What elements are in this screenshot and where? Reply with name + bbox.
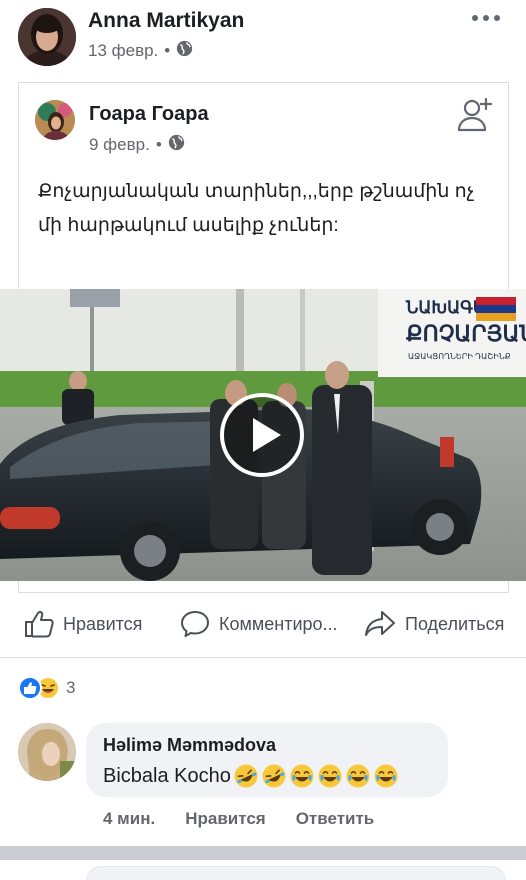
comment-emojis bbox=[233, 763, 399, 789]
comment-label: Комментиро... bbox=[219, 613, 338, 634]
post-actions-bar: Нравится Комментиро... Поделиться bbox=[0, 600, 526, 652]
shared-post-text: Քոչարյանական տարիներ,,,երբ թշնամին ոչ մի… bbox=[38, 181, 475, 236]
joy-emoji bbox=[318, 764, 342, 788]
globe-icon bbox=[168, 134, 185, 156]
like-reaction-icon bbox=[18, 676, 42, 700]
joy-emoji bbox=[290, 764, 314, 788]
comment-button[interactable]: Комментиро... bbox=[180, 610, 338, 638]
video-player[interactable]: ՆԱԽԱԳԱՀ ՔՈՉԱՐՅԱՆԻ ԱՋԱԿՑՈՂՆԵՐԻ ԴԱՇԻՆՔ bbox=[0, 289, 526, 581]
shared-card-bottom bbox=[18, 581, 509, 593]
shared-post-card[interactable]: Гоара Гоара 9 февр. • Քոչարյանական տարին… bbox=[18, 82, 509, 289]
share-label: Поделиться bbox=[405, 613, 505, 634]
add-friend-icon[interactable] bbox=[456, 97, 494, 133]
shared-author-avatar[interactable] bbox=[35, 100, 75, 140]
divider bbox=[0, 657, 526, 658]
share-icon bbox=[365, 611, 395, 636]
author-name[interactable]: Anna Martikyan bbox=[88, 9, 244, 33]
feed-separator bbox=[0, 846, 526, 860]
reaction-count: 3 bbox=[66, 678, 76, 697]
comment-time[interactable]: 4 мин. bbox=[103, 809, 155, 829]
globe-icon bbox=[176, 40, 193, 62]
post-meta: 13 февр. • bbox=[88, 40, 193, 62]
comment-reply-button[interactable]: Ответить bbox=[296, 809, 375, 829]
shared-post-meta: 9 февр. • bbox=[89, 134, 185, 156]
thumbs-up-icon bbox=[25, 611, 54, 638]
joy-emoji bbox=[374, 764, 398, 788]
play-icon bbox=[220, 393, 304, 477]
post-date[interactable]: 13 февр. bbox=[88, 41, 158, 61]
shared-author-name[interactable]: Гоара Гоара bbox=[89, 103, 209, 126]
meta-separator: • bbox=[155, 135, 162, 154]
comment-like-button[interactable]: Нравится bbox=[185, 809, 266, 829]
commenter-name[interactable]: Həlimə Məmmədova bbox=[103, 735, 276, 756]
next-post-preview[interactable] bbox=[86, 866, 506, 880]
shared-post-date[interactable]: 9 февр. bbox=[89, 135, 150, 155]
comment-bubble[interactable]: Həlimə Məmmədova Bicbala Kocho bbox=[86, 723, 448, 797]
like-label: Нравится bbox=[63, 613, 143, 634]
rofl-emoji bbox=[262, 764, 286, 788]
comment-body: Bicbala Kocho bbox=[103, 764, 231, 787]
like-button[interactable]: Нравится bbox=[24, 610, 142, 638]
share-button[interactable]: Поделиться bbox=[364, 610, 504, 638]
commenter-avatar[interactable] bbox=[18, 723, 76, 781]
joy-emoji bbox=[346, 764, 370, 788]
reactions-summary[interactable]: 3 bbox=[18, 676, 75, 700]
comment-actions: 4 мин. Нравится Ответить bbox=[103, 809, 374, 829]
sign-line-3: ԱՋԱԿՑՈՂՆԵՐԻ ԴԱՇԻՆՔ bbox=[408, 352, 511, 361]
play-button[interactable] bbox=[219, 392, 305, 478]
sign-line-2: ՔՈՉԱՐՅԱՆԻ bbox=[406, 321, 526, 346]
more-dots-icon bbox=[472, 15, 478, 21]
more-options-button[interactable] bbox=[472, 10, 500, 26]
post-header: Anna Martikyan 13 февр. • bbox=[0, 0, 526, 72]
meta-separator: • bbox=[164, 41, 171, 60]
comment-text: Bicbala Kocho bbox=[103, 763, 399, 789]
comment-icon bbox=[181, 611, 209, 637]
rofl-emoji bbox=[234, 764, 258, 788]
author-avatar[interactable] bbox=[18, 8, 76, 66]
